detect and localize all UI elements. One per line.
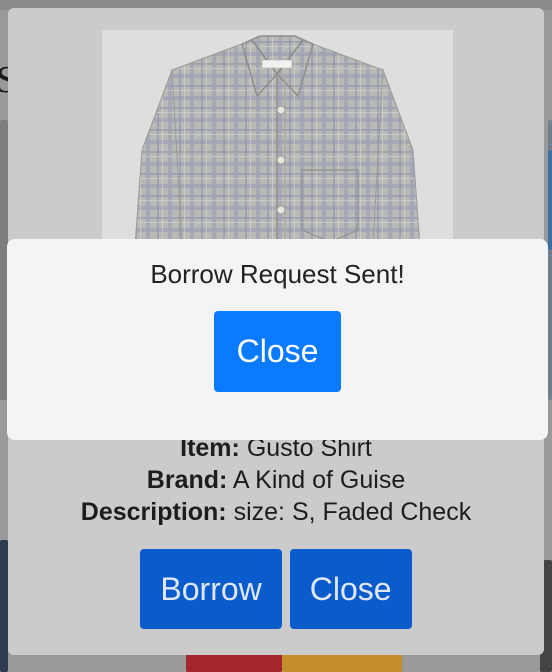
item-details: Item: Gusto Shirt Brand: A Kind of Guise… bbox=[8, 432, 544, 528]
item-brand-value: A Kind of Guise bbox=[232, 466, 406, 494]
borrow-confirmation-dialog: Borrow Request Sent! Close bbox=[7, 239, 548, 440]
item-brand-line: Brand: A Kind of Guise bbox=[8, 464, 544, 496]
item-detail-actions: Borrow Close bbox=[8, 549, 544, 629]
item-description-label: Description: bbox=[80, 498, 227, 526]
background-item-card bbox=[548, 150, 552, 250]
alert-message: Borrow Request Sent! bbox=[150, 259, 405, 289]
detail-close-button[interactable]: Close bbox=[289, 549, 412, 629]
background-item-card bbox=[0, 540, 8, 672]
plaid-shirt-photo bbox=[102, 30, 453, 260]
alert-close-button[interactable]: Close bbox=[214, 311, 341, 392]
item-brand-label: Brand: bbox=[146, 466, 228, 494]
borrow-button[interactable]: Borrow bbox=[140, 549, 282, 629]
item-description-line: Description: size: S, Faded Check bbox=[8, 496, 544, 528]
item-description-value: size: S, Faded Check bbox=[233, 498, 472, 526]
